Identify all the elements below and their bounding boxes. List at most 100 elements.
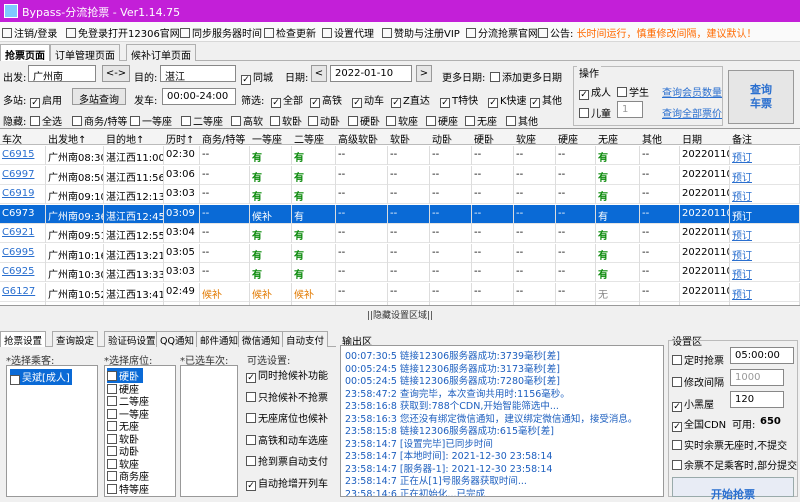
table-row[interactable]: C6995 广州南10:16 湛江西13:21 03:05 -- 有有 -- -- -- -- --… (0, 243, 800, 263)
table-cell[interactable]: 预订 (730, 224, 800, 243)
column-header[interactable]: 出发地↑ (46, 131, 104, 146)
menu-sync-time[interactable]: 同步服务器时间 (180, 25, 262, 40)
settings-tab[interactable]: 自动支付 (282, 331, 329, 347)
column-header[interactable]: 历时↑ (164, 131, 200, 146)
settings-tab[interactable]: QQ通知 (156, 331, 198, 347)
column-header[interactable]: 硬座 (556, 131, 596, 146)
multi-query-button[interactable]: 多站查询 (72, 88, 126, 106)
table-cell[interactable]: 预订 (730, 302, 800, 305)
depart-range-select[interactable]: 00:00-24:00 (162, 88, 236, 105)
timed-input[interactable]: 05:00:00 (730, 347, 794, 364)
add-more-dates-checkbox[interactable]: 添加更多日期 (490, 69, 562, 84)
menu-open-official[interactable]: 免登录打开12306官网 (66, 25, 180, 40)
menu-sponsor[interactable]: 赞助与注册VIP (382, 25, 460, 40)
real-seat-checkbox[interactable]: 实时余票无座时,不提交 (672, 437, 787, 452)
column-header[interactable]: 车次 (0, 131, 46, 146)
table-cell[interactable]: C6919 (0, 185, 46, 204)
prev-date-button[interactable]: < (311, 65, 327, 82)
tab-grab[interactable]: 抢票页面 (0, 44, 50, 62)
settings-tab[interactable]: 微信通知 (238, 331, 285, 347)
option-checkbox[interactable]: 只抢候补不抢票 (246, 389, 328, 404)
member-count-link[interactable]: 查询会员数量 (662, 84, 722, 99)
from-input[interactable]: 广州南 (28, 65, 96, 82)
settings-tab[interactable]: 抢票设置 (0, 331, 47, 347)
interval-checkbox[interactable]: 修改间隔 (672, 374, 724, 389)
hide-checkbox[interactable]: 一等座 (130, 113, 172, 128)
start-button[interactable]: 开始抢票 (672, 477, 794, 501)
menu-website[interactable]: 分流抢票官网 (466, 25, 538, 40)
swap-button[interactable]: <-> (102, 65, 130, 82)
settings-tab[interactable]: 验证码设置 (104, 331, 160, 347)
student-checkbox[interactable]: 学生 (617, 84, 649, 99)
hide-checkbox[interactable]: 全选 (30, 113, 62, 128)
table-row[interactable]: C6997 广州南08:50 湛江西11:56 03:06 -- 有有 -- -- -- -- --… (0, 165, 800, 185)
column-header[interactable]: 硬卧 (472, 131, 514, 146)
table-row[interactable]: C6925 广州南10:30 湛江西13:33 03:03 -- 有有 -- -- -- -- --… (0, 263, 800, 282)
option-checkbox[interactable]: ✓ 自动抢增开列车 (246, 475, 328, 491)
option-checkbox[interactable]: ✓ 同时抢候补功能 (246, 367, 328, 383)
table-cell[interactable]: 预订 (730, 165, 800, 185)
query-tickets-button[interactable]: 查询 车票 (728, 70, 794, 124)
table-cell[interactable]: C6997 (0, 165, 46, 185)
option-checkbox[interactable]: 抢到票自动支付 (246, 453, 328, 468)
settings-tab[interactable]: 邮件通知 (196, 331, 243, 347)
menu-login[interactable]: 注销/登录 (2, 25, 57, 40)
column-header[interactable]: 无座 (596, 131, 640, 146)
hide-checkbox[interactable]: 高软 (231, 113, 263, 128)
hide-checkbox[interactable]: 硬座 (426, 113, 458, 128)
table-cell[interactable]: 预订 (730, 263, 800, 282)
tab-waitlist[interactable]: 候补订单页面 (126, 44, 196, 62)
hide-checkbox[interactable]: 二等座 (181, 113, 223, 128)
table-cell[interactable]: 预订 (730, 282, 800, 302)
adult-checkbox[interactable]: ✓ 成人 (579, 84, 611, 100)
passenger-item[interactable]: ✓ 吴斌[成人] (10, 369, 72, 385)
filter-checkbox[interactable]: ✓ 动车 (352, 92, 384, 108)
column-header[interactable]: 目的地↑ (104, 131, 164, 146)
column-header[interactable]: 二等座 (292, 131, 336, 146)
table-row[interactable]: C6915 广州南08:30 湛江西11:00 02:30 -- 有有 -- -- -- -- --… (0, 146, 800, 165)
column-header[interactable]: 一等座 (250, 131, 292, 146)
interval-input[interactable]: 1000 (730, 369, 784, 386)
menu-proxy[interactable]: 设置代理 (322, 25, 374, 40)
all-fares-link[interactable]: 查询全部票价 (662, 105, 722, 120)
table-row[interactable]: C6927广州南11:15湛江西14:0602:51--有有----------… (0, 302, 800, 305)
filter-checkbox[interactable]: ✓ T特快 (440, 92, 478, 108)
small-black-input[interactable]: 120 (730, 391, 784, 408)
table-row[interactable]: G6127 广州南10:52 湛江西13:41 02:49 候补 候补 候补 -- -- -- --… (0, 282, 800, 302)
child-count-input[interactable]: 1 (617, 101, 643, 118)
settings-tab[interactable]: 查询設定 (52, 331, 99, 347)
table-row[interactable]: C6919 广州南09:10 湛江西12:13 03:03 -- 有有 -- -- -- -- --… (0, 185, 800, 204)
table-cell[interactable]: C6995 (0, 243, 46, 263)
seat-item[interactable]: 特等座 (107, 481, 149, 496)
tab-orders[interactable]: 订单管理页面 (50, 44, 120, 62)
table-cell[interactable]: G6127 (0, 282, 46, 302)
filter-checkbox[interactable]: ✓ 全部 (271, 92, 303, 108)
table-row[interactable]: C6973 广州南09:36 湛江西12:45 03:09 -- 候补有 -- -- -- -- -… (0, 204, 800, 224)
menu-check-update[interactable]: 检查更新 (264, 25, 316, 40)
timed-checkbox[interactable]: 定时抢票 (672, 352, 724, 367)
hide-checkbox[interactable]: 硬卧 (348, 113, 380, 128)
column-header[interactable]: 日期 (680, 131, 730, 146)
table-cell[interactable]: 预订 (730, 185, 800, 204)
table-cell[interactable]: 预订 (730, 204, 800, 224)
filter-checkbox[interactable]: ✓ 高铁 (310, 92, 342, 108)
hide-checkbox[interactable]: 商务/特等 (72, 113, 127, 128)
all-cdn-checkbox[interactable]: ✓ 全国CDN (672, 416, 726, 432)
table-row[interactable]: C6921 广州南09:51 湛江西12:55 03:04 -- 有有 -- -- -- -- --… (0, 224, 800, 243)
column-header[interactable]: 软卧 (388, 131, 430, 146)
option-checkbox[interactable]: 高铁和动车选座 (246, 432, 328, 447)
to-input[interactable]: 湛江 (160, 65, 236, 82)
column-header[interactable]: 其他 (640, 131, 680, 146)
filter-checkbox[interactable]: ✓ 其他 (530, 92, 562, 108)
insufficient-checkbox[interactable]: 余票不足乘客时,部分提交 (672, 457, 797, 472)
small-black-checkbox[interactable]: ✓ 小黑屋 (672, 396, 714, 412)
table-cell[interactable]: C6927 (0, 302, 46, 305)
hide-checkbox[interactable]: 其他 (506, 113, 538, 128)
column-header[interactable]: 软座 (514, 131, 556, 146)
table-cell[interactable]: 预订 (730, 243, 800, 263)
column-header[interactable]: 高级软卧 (336, 131, 388, 146)
hide-checkbox[interactable]: 软座 (386, 113, 418, 128)
hide-checkbox[interactable]: 动卧 (308, 113, 340, 128)
hide-checkbox[interactable]: 无座 (465, 113, 497, 128)
same-city-checkbox[interactable]: ✓ 同城 (241, 69, 273, 85)
